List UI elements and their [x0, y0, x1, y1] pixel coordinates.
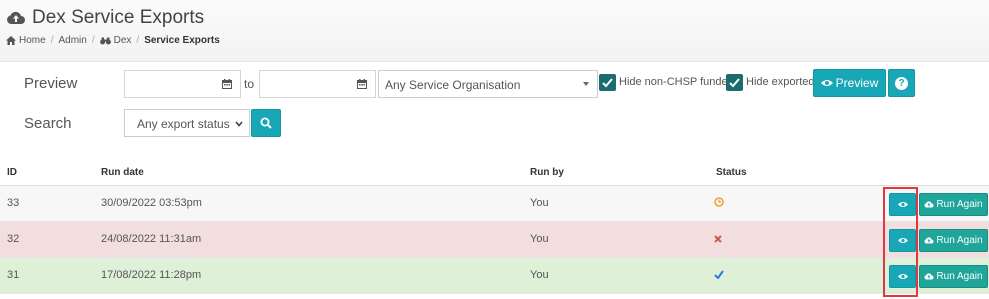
chevron-down-icon: [235, 121, 243, 127]
run-again-label: Run Again: [936, 235, 983, 246]
row-id: 33: [7, 197, 20, 209]
run-again-button[interactable]: Run Again: [919, 265, 988, 288]
cloud-upload-icon: [7, 11, 25, 24]
date-to-field[interactable]: [259, 70, 376, 98]
view-button[interactable]: [889, 193, 916, 216]
help-button[interactable]: ?: [888, 69, 915, 97]
hide-exported-checkbox[interactable]: [726, 74, 743, 91]
run-again-button[interactable]: Run Again: [919, 229, 988, 252]
check-icon: [602, 78, 613, 88]
breadcrumb-separator: /: [136, 35, 140, 46]
filter-panel: Preview to Any Service Organisation Hide…: [0, 62, 989, 144]
page-title: Dex Service Exports: [6, 7, 204, 29]
check-icon: [729, 78, 740, 88]
binoculars-icon: [99, 37, 111, 44]
eye-icon: [897, 202, 908, 207]
exports-table: ID Run date Run by Status 33 30/09/2022 …: [0, 158, 989, 294]
cross-icon: [714, 235, 722, 243]
export-status-value: Any export status: [137, 117, 230, 131]
clock-icon: [714, 197, 724, 207]
preview-button[interactable]: Preview: [813, 69, 886, 97]
calendar-icon[interactable]: [357, 79, 367, 89]
search-icon: [260, 117, 272, 129]
breadcrumb-separator: /: [91, 35, 95, 46]
check-icon: [714, 270, 724, 279]
table-header: ID Run date Run by Status: [0, 158, 989, 186]
eye-icon: [897, 274, 908, 279]
row-run-date: 17/08/2022 11:28pm: [101, 269, 202, 281]
cloud-upload-icon: [924, 201, 934, 208]
row-id: 32: [7, 233, 20, 245]
row-run-by: You: [530, 233, 549, 245]
service-organisation-select[interactable]: Any Service Organisation: [378, 70, 598, 98]
row-run-date: 24/08/2022 11:31am: [101, 233, 202, 245]
search-button[interactable]: [251, 109, 281, 137]
breadcrumb-current: Service Exports: [144, 35, 220, 46]
column-header-run-by: Run by: [530, 167, 564, 178]
calendar-icon[interactable]: [222, 79, 232, 89]
run-again-label: Run Again: [936, 199, 983, 210]
breadcrumb-dex[interactable]: Dex: [114, 35, 132, 46]
home-icon: [6, 36, 16, 45]
date-from-field[interactable]: [124, 70, 241, 98]
cloud-upload-icon: [924, 237, 934, 244]
run-again-button[interactable]: Run Again: [919, 193, 988, 216]
help-icon: ?: [895, 76, 908, 90]
preview-label: Preview: [24, 75, 78, 92]
eye-icon: [820, 80, 833, 86]
page-title-text: Dex Service Exports: [32, 7, 205, 28]
eye-icon: [897, 238, 908, 243]
column-header-id: ID: [7, 167, 17, 178]
row-run-by: You: [530, 197, 549, 209]
table-row: 32 24/08/2022 11:31am You Run Again: [0, 222, 989, 258]
column-header-run-date: Run date: [101, 167, 144, 178]
search-label: Search: [24, 115, 72, 132]
view-button[interactable]: [889, 229, 916, 252]
breadcrumb-home[interactable]: Home: [19, 35, 46, 46]
preview-button-label: Preview: [835, 76, 879, 90]
view-button[interactable]: [889, 265, 916, 288]
export-status-select[interactable]: Any export status: [124, 109, 250, 137]
hide-non-chsp-label: Hide non-CHSP funded: [619, 76, 734, 88]
breadcrumb-admin[interactable]: Admin: [58, 35, 86, 46]
date-range-to-label: to: [244, 77, 255, 91]
page-header: Dex Service Exports Home / Admin / Dex /…: [0, 0, 989, 62]
breadcrumb-separator: /: [50, 35, 54, 46]
service-organisation-value: Any Service Organisation: [385, 78, 521, 92]
breadcrumb: Home / Admin / Dex / Service Exports: [6, 35, 220, 46]
row-run-date: 30/09/2022 03:53pm: [101, 197, 202, 209]
chevron-down-icon: [583, 82, 589, 86]
row-run-by: You: [530, 269, 549, 281]
column-header-status: Status: [716, 167, 747, 178]
run-again-label: Run Again: [936, 271, 983, 282]
hide-non-chsp-checkbox[interactable]: [599, 74, 616, 91]
hide-exported-label: Hide exported: [746, 76, 815, 88]
row-id: 31: [7, 269, 20, 281]
table-row: 33 30/09/2022 03:53pm You Run Again: [0, 186, 989, 222]
cloud-upload-icon: [924, 273, 934, 280]
table-row: 31 17/08/2022 11:28pm You Run Again: [0, 258, 989, 294]
